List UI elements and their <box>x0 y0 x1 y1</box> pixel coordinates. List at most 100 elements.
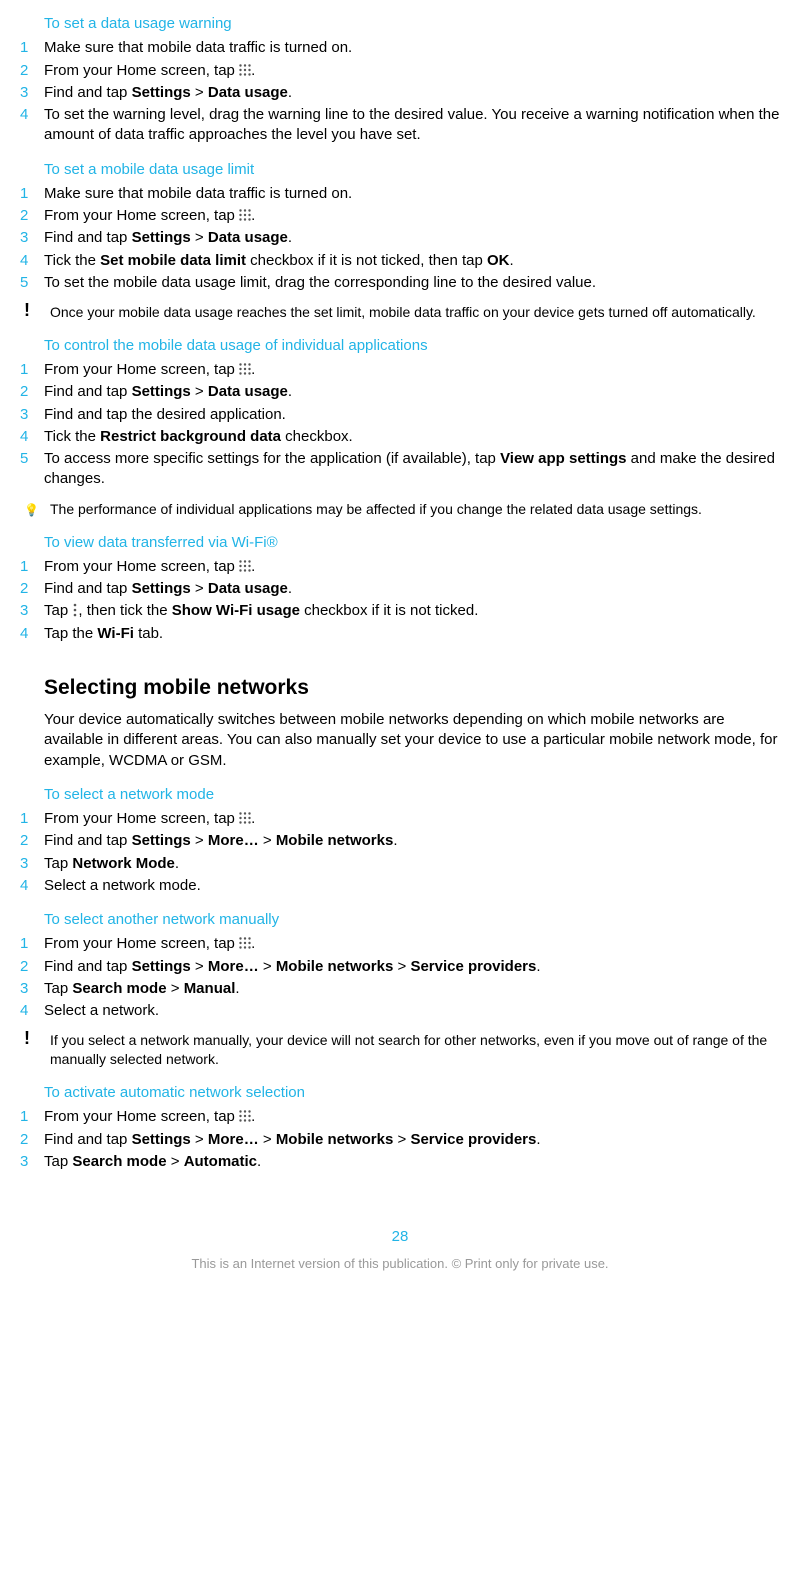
step-item: 4 Tap the Wi-Fi tab. <box>20 624 780 644</box>
heading-mobile-networks: Selecting mobile networks <box>44 674 780 702</box>
bold-term: Data usage <box>208 383 288 400</box>
heading-wifi-data: To view data transferred via Wi-Fi® <box>44 533 780 553</box>
step-item: 2Find and tap Settings > Data usage. <box>20 382 780 402</box>
apps-grid-icon <box>239 209 251 221</box>
bold-term: Settings <box>132 580 191 597</box>
apps-grid-icon <box>239 363 251 375</box>
steps-data-warning: 1Make sure that mobile data traffic is t… <box>20 38 780 145</box>
step-text: From your Home screen, tap . <box>44 361 255 378</box>
bold-term: Wi-Fi <box>97 625 134 642</box>
step-item: 4 To set the warning level, drag the warn… <box>20 105 780 146</box>
step-number: 4 <box>20 105 28 125</box>
step-item: 2 Find and tap Settings > Data usage. <box>20 579 780 599</box>
step-item: 2From your Home screen, tap . <box>20 61 780 81</box>
steps-manual-network: 1From your Home screen, tap . 2 Find and t… <box>20 934 780 1021</box>
step-text: Find and tap Settings > More… > Mobile n… <box>44 832 398 849</box>
overflow-menu-icon <box>72 603 78 617</box>
step-number: 5 <box>20 273 28 293</box>
step-text: From your Home screen, tap . <box>44 207 255 224</box>
step-item: 5To set the mobile data usage limit, dra… <box>20 273 780 293</box>
step-text: Tap , then tick the Show Wi-Fi usage che… <box>44 602 478 619</box>
footer-text: This is an Internet version of this publ… <box>20 1255 780 1273</box>
note-individual-apps: The performance of individual applicatio… <box>20 500 780 519</box>
step-text: Make sure that mobile data traffic is tu… <box>44 185 352 202</box>
step-text: Tap Search mode > Automatic. <box>44 1153 261 1170</box>
bold-term: Settings <box>132 84 191 101</box>
step-text: Select a network. <box>44 1002 159 1019</box>
step-number: 4 <box>20 876 28 896</box>
step-text: Find and tap Settings > Data usage. <box>44 84 292 101</box>
bold-term: Mobile networks <box>276 958 394 975</box>
heading-data-warning: To set a data usage warning <box>44 14 780 34</box>
bold-term: Show Wi-Fi usage <box>172 602 300 619</box>
bold-term: More… <box>208 958 259 975</box>
step-item: 3Find and tap the desired application. <box>20 405 780 425</box>
step-item: 3 Find and tap Settings > Data usage. <box>20 228 780 248</box>
step-item: 1From your Home screen, tap . <box>20 557 780 577</box>
step-item: 3 Tap Search mode > Automatic. <box>20 1152 780 1172</box>
apps-grid-icon <box>239 812 251 824</box>
step-text: Find and tap Settings > More… > Mobile n… <box>44 1131 541 1148</box>
bold-term: More… <box>208 1131 259 1148</box>
step-number: 2 <box>20 957 28 977</box>
bold-term: More… <box>208 832 259 849</box>
step-text: From your Home screen, tap . <box>44 558 255 575</box>
step-item: 1From your Home screen, tap . <box>20 934 780 954</box>
step-item: 4 Select a network mode. <box>20 876 780 896</box>
steps-auto-network: 1From your Home screen, tap .2Find and t… <box>20 1107 780 1172</box>
step-text: Tap Search mode > Manual. <box>44 980 240 997</box>
step-item: 4Tick the Set mobile data limit checkbox… <box>20 251 780 271</box>
step-number: 4 <box>20 427 28 447</box>
bold-term: Service providers <box>410 1131 536 1148</box>
step-number: 4 <box>20 624 28 644</box>
step-item: 1From your Home screen, tap . <box>20 809 780 829</box>
step-number: 1 <box>20 360 28 380</box>
step-text: Select a network mode. <box>44 877 201 894</box>
step-item: 3 Tap Network Mode. <box>20 854 780 874</box>
page-content: To set a data usage warning 1Make sure t… <box>0 14 800 1298</box>
step-text: Find and tap Settings > Data usage. <box>44 580 292 597</box>
step-number: 5 <box>20 449 28 469</box>
step-text: Find and tap Settings > Data usage. <box>44 229 292 246</box>
bold-term: OK <box>487 252 510 269</box>
step-number: 1 <box>20 1107 28 1127</box>
bold-term: Settings <box>132 832 191 849</box>
steps-network-mode: 1From your Home screen, tap .2Find and t… <box>20 809 780 896</box>
apps-grid-icon <box>239 937 251 949</box>
step-text: Tap Network Mode. <box>44 855 179 872</box>
note-data-limit: ! Once your mobile data usage reaches th… <box>20 303 780 322</box>
step-text: Tap the Wi-Fi tab. <box>44 625 163 642</box>
bold-term: Data usage <box>208 84 288 101</box>
step-item: 1Make sure that mobile data traffic is t… <box>20 38 780 58</box>
apps-grid-icon <box>239 560 251 572</box>
step-item: 4 Select a network. <box>20 1001 780 1021</box>
bold-term: Restrict background data <box>100 428 281 445</box>
bold-term: Data usage <box>208 229 288 246</box>
bold-term: Settings <box>132 229 191 246</box>
step-number: 2 <box>20 579 28 599</box>
bold-term: Mobile networks <box>276 832 394 849</box>
step-number: 3 <box>20 1152 28 1172</box>
step-text: Find and tap Settings > More… > Mobile n… <box>44 958 541 975</box>
bold-term: Automatic <box>184 1153 257 1170</box>
step-number: 1 <box>20 934 28 954</box>
step-number: 3 <box>20 601 28 621</box>
step-number: 2 <box>20 1130 28 1150</box>
step-text: To access more specific settings for the… <box>44 450 775 487</box>
note-text: If you select a network manually, your d… <box>50 1032 767 1067</box>
bold-term: Data usage <box>208 580 288 597</box>
step-number: 3 <box>20 228 28 248</box>
step-number: 4 <box>20 1001 28 1021</box>
bold-term: Service providers <box>410 958 536 975</box>
heading-manual-network: To select another network manually <box>44 910 780 930</box>
step-text: To set the warning level, drag the warni… <box>44 106 779 143</box>
step-text: From your Home screen, tap . <box>44 810 255 827</box>
step-item: 3 Tap , then tick the Show Wi-Fi usage ch… <box>20 601 780 621</box>
bold-term: Search mode <box>72 1153 166 1170</box>
step-number: 3 <box>20 854 28 874</box>
step-number: 2 <box>20 382 28 402</box>
note-text: The performance of individual applicatio… <box>50 501 702 517</box>
steps-wifi-data: 1From your Home screen, tap .2 Find and t… <box>20 557 780 644</box>
bold-term: View app settings <box>500 450 626 467</box>
step-item: 5 To access more specific settings for th… <box>20 449 780 490</box>
